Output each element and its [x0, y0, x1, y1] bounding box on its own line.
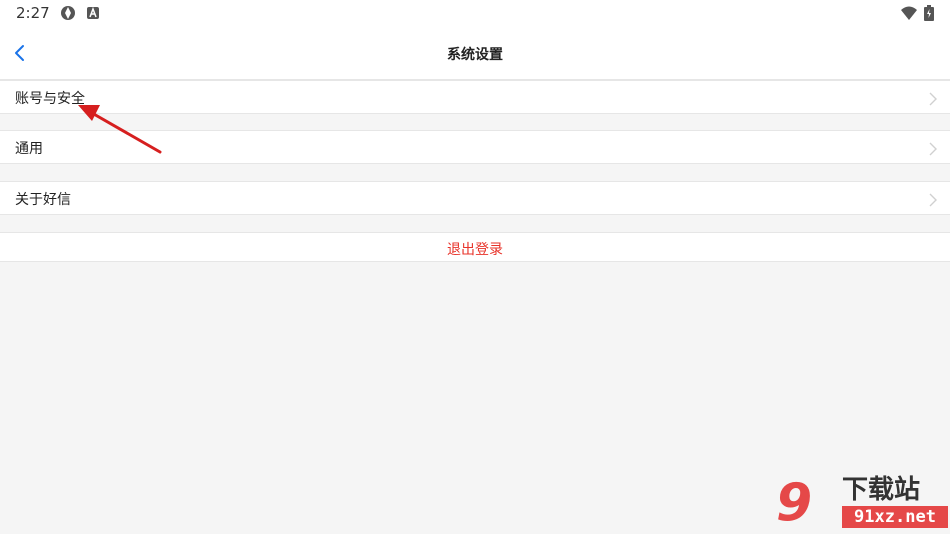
annotation-arrow-icon: [78, 105, 162, 154]
watermark-domain: 91xz.net: [842, 506, 948, 528]
settings-item-label: 关于好信: [15, 192, 71, 208]
chevron-right-icon: [928, 141, 938, 156]
chevron-right-icon: [928, 192, 938, 207]
sync-icon: [60, 5, 76, 21]
watermark-number: 9: [776, 473, 813, 533]
chevron-right-icon: [928, 91, 938, 106]
app-bar: 系统设置: [0, 28, 950, 80]
watermark-text: 下载站: [842, 475, 921, 505]
a-notification-icon: [86, 5, 102, 21]
logout-label: 退出登录: [447, 242, 503, 258]
status-time: 2:27: [16, 4, 50, 22]
page-title: 系统设置: [447, 47, 503, 63]
settings-item-about[interactable]: 关于好信: [0, 181, 950, 215]
status-bar: 2:27: [0, 0, 950, 28]
settings-item-label: 通用: [15, 141, 43, 157]
logout-button[interactable]: 退出登录: [0, 232, 950, 262]
battery-icon: [924, 5, 934, 21]
wifi-icon: [900, 5, 917, 21]
watermark-logo: 9 下载站 91xz.net: [776, 474, 948, 532]
